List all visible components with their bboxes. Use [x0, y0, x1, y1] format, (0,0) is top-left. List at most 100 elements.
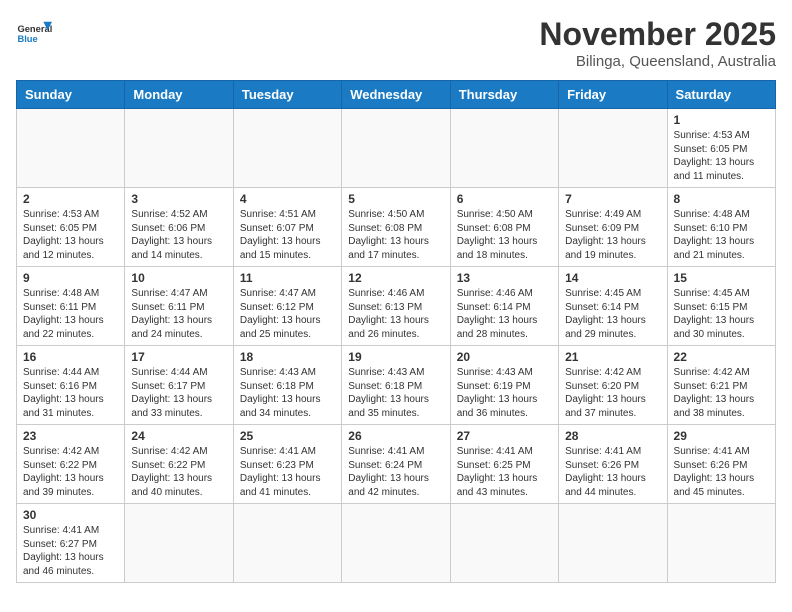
calendar-cell — [559, 504, 667, 583]
day-info: Sunrise: 4:52 AM Sunset: 6:06 PM Dayligh… — [131, 208, 226, 262]
calendar-cell: 11 Sunrise: 4:47 AM Sunset: 6:12 PM Dayli… — [233, 267, 341, 346]
calendar-cell: 30 Sunrise: 4:41 AM Sunset: 6:27 PM Dayli… — [17, 504, 125, 583]
calendar-cell: 24 Sunrise: 4:42 AM Sunset: 6:22 PM Dayli… — [125, 425, 233, 504]
calendar-week-row: 30 Sunrise: 4:41 AM Sunset: 6:27 PM Dayli… — [17, 504, 776, 583]
calendar-cell: 7Sunrise: 4:49 AM Sunset: 6:09 PM Daylig… — [559, 188, 667, 267]
calendar-cell: 8Sunrise: 4:48 AM Sunset: 6:10 PM Daylig… — [667, 188, 775, 267]
calendar-cell: 23 Sunrise: 4:42 AM Sunset: 6:22 PM Dayli… — [17, 425, 125, 504]
month-title: November 2025 — [539, 16, 776, 53]
day-info: Sunrise: 4:48 AM Sunset: 6:11 PM Dayligh… — [23, 287, 118, 341]
day-number: 21 — [565, 350, 660, 364]
calendar-cell: 22Sunrise: 4:42 AM Sunset: 6:21 PM Dayli… — [667, 346, 775, 425]
day-number: 19 — [348, 350, 443, 364]
day-info: Sunrise: 4:53 AM Sunset: 6:05 PM Dayligh… — [23, 208, 118, 262]
day-number: 25 — [240, 429, 335, 443]
day-number: 6 — [457, 192, 552, 206]
header-cell-saturday: Saturday — [667, 81, 775, 109]
day-info: Sunrise: 4:43 AM Sunset: 6:18 PM Dayligh… — [348, 366, 443, 420]
day-info: Sunrise: 4:44 AM Sunset: 6:17 PM Dayligh… — [131, 366, 226, 420]
calendar-cell: 26 Sunrise: 4:41 AM Sunset: 6:24 PM Dayli… — [342, 425, 450, 504]
day-info: Sunrise: 4:41 AM Sunset: 6:27 PM Dayligh… — [23, 524, 118, 578]
day-number: 2 — [23, 192, 118, 206]
day-info: Sunrise: 4:47 AM Sunset: 6:12 PM Dayligh… — [240, 287, 335, 341]
day-number: 5 — [348, 192, 443, 206]
calendar-cell — [559, 109, 667, 188]
day-info: Sunrise: 4:41 AM Sunset: 6:24 PM Dayligh… — [348, 445, 443, 499]
calendar-cell — [233, 109, 341, 188]
day-number: 14 — [565, 271, 660, 285]
day-number: 26 — [348, 429, 443, 443]
calendar-week-row: 9Sunrise: 4:48 AM Sunset: 6:11 PM Daylig… — [17, 267, 776, 346]
calendar-cell — [17, 109, 125, 188]
svg-text:Blue: Blue — [17, 34, 37, 44]
day-info: Sunrise: 4:42 AM Sunset: 6:20 PM Dayligh… — [565, 366, 660, 420]
calendar-cell: 27 Sunrise: 4:41 AM Sunset: 6:25 PM Dayli… — [450, 425, 558, 504]
day-info: Sunrise: 4:43 AM Sunset: 6:18 PM Dayligh… — [240, 366, 335, 420]
day-number: 12 — [348, 271, 443, 285]
header-cell-friday: Friday — [559, 81, 667, 109]
day-info: Sunrise: 4:48 AM Sunset: 6:10 PM Dayligh… — [674, 208, 769, 262]
day-number: 3 — [131, 192, 226, 206]
day-number: 1 — [674, 113, 769, 127]
calendar-cell: 17 Sunrise: 4:44 AM Sunset: 6:17 PM Dayli… — [125, 346, 233, 425]
calendar-cell: 5Sunrise: 4:50 AM Sunset: 6:08 PM Daylig… — [342, 188, 450, 267]
calendar-cell — [125, 504, 233, 583]
day-number: 11 — [240, 271, 335, 285]
calendar-week-row: 16Sunrise: 4:44 AM Sunset: 6:16 PM Dayli… — [17, 346, 776, 425]
day-info: Sunrise: 4:42 AM Sunset: 6:22 PM Dayligh… — [131, 445, 226, 499]
calendar-cell: 14Sunrise: 4:45 AM Sunset: 6:14 PM Dayli… — [559, 267, 667, 346]
calendar-cell: 18 Sunrise: 4:43 AM Sunset: 6:18 PM Dayli… — [233, 346, 341, 425]
calendar-cell: 16Sunrise: 4:44 AM Sunset: 6:16 PM Dayli… — [17, 346, 125, 425]
day-number: 30 — [23, 508, 118, 522]
day-info: Sunrise: 4:41 AM Sunset: 6:25 PM Dayligh… — [457, 445, 552, 499]
day-info: Sunrise: 4:45 AM Sunset: 6:15 PM Dayligh… — [674, 287, 769, 341]
calendar-cell: 10Sunrise: 4:47 AM Sunset: 6:11 PM Dayli… — [125, 267, 233, 346]
calendar-cell: 2 Sunrise: 4:53 AM Sunset: 6:05 PM Daylig… — [17, 188, 125, 267]
day-number: 20 — [457, 350, 552, 364]
calendar-header-row: SundayMondayTuesdayWednesdayThursdayFrid… — [17, 81, 776, 109]
calendar-cell: 3 Sunrise: 4:52 AM Sunset: 6:06 PM Daylig… — [125, 188, 233, 267]
calendar-cell: 13Sunrise: 4:46 AM Sunset: 6:14 PM Dayli… — [450, 267, 558, 346]
calendar-week-row: 23 Sunrise: 4:42 AM Sunset: 6:22 PM Dayli… — [17, 425, 776, 504]
calendar-cell: 4 Sunrise: 4:51 AM Sunset: 6:07 PM Daylig… — [233, 188, 341, 267]
calendar-cell — [342, 504, 450, 583]
calendar-cell: 6 Sunrise: 4:50 AM Sunset: 6:08 PM Daylig… — [450, 188, 558, 267]
header-cell-monday: Monday — [125, 81, 233, 109]
day-number: 29 — [674, 429, 769, 443]
day-number: 27 — [457, 429, 552, 443]
day-number: 28 — [565, 429, 660, 443]
day-info: Sunrise: 4:41 AM Sunset: 6:26 PM Dayligh… — [565, 445, 660, 499]
day-info: Sunrise: 4:46 AM Sunset: 6:13 PM Dayligh… — [348, 287, 443, 341]
calendar-cell: 20 Sunrise: 4:43 AM Sunset: 6:19 PM Dayli… — [450, 346, 558, 425]
logo-icon: General Blue — [16, 16, 52, 52]
day-number: 23 — [23, 429, 118, 443]
day-info: Sunrise: 4:50 AM Sunset: 6:08 PM Dayligh… — [457, 208, 552, 262]
logo: General Blue — [16, 16, 52, 52]
day-info: Sunrise: 4:46 AM Sunset: 6:14 PM Dayligh… — [457, 287, 552, 341]
calendar-cell: 28 Sunrise: 4:41 AM Sunset: 6:26 PM Dayli… — [559, 425, 667, 504]
day-number: 7 — [565, 192, 660, 206]
calendar-cell: 1 Sunrise: 4:53 AM Sunset: 6:05 PM Daylig… — [667, 109, 775, 188]
day-info: Sunrise: 4:41 AM Sunset: 6:23 PM Dayligh… — [240, 445, 335, 499]
day-info: Sunrise: 4:53 AM Sunset: 6:05 PM Dayligh… — [674, 129, 769, 183]
calendar-cell — [450, 504, 558, 583]
header-cell-thursday: Thursday — [450, 81, 558, 109]
day-info: Sunrise: 4:43 AM Sunset: 6:19 PM Dayligh… — [457, 366, 552, 420]
day-info: Sunrise: 4:44 AM Sunset: 6:16 PM Dayligh… — [23, 366, 118, 420]
calendar-cell — [233, 504, 341, 583]
day-number: 18 — [240, 350, 335, 364]
header-cell-sunday: Sunday — [17, 81, 125, 109]
calendar-table: SundayMondayTuesdayWednesdayThursdayFrid… — [16, 80, 776, 583]
calendar-week-row: 1 Sunrise: 4:53 AM Sunset: 6:05 PM Daylig… — [17, 109, 776, 188]
calendar-cell — [125, 109, 233, 188]
day-number: 24 — [131, 429, 226, 443]
day-number: 17 — [131, 350, 226, 364]
day-number: 22 — [674, 350, 769, 364]
day-number: 4 — [240, 192, 335, 206]
header-cell-wednesday: Wednesday — [342, 81, 450, 109]
calendar-cell: 9Sunrise: 4:48 AM Sunset: 6:11 PM Daylig… — [17, 267, 125, 346]
header: General Blue November 2025 Bilinga, Quee… — [16, 16, 776, 70]
day-info: Sunrise: 4:42 AM Sunset: 6:22 PM Dayligh… — [23, 445, 118, 499]
day-info: Sunrise: 4:51 AM Sunset: 6:07 PM Dayligh… — [240, 208, 335, 262]
title-area: November 2025 Bilinga, Queensland, Austr… — [539, 16, 776, 70]
